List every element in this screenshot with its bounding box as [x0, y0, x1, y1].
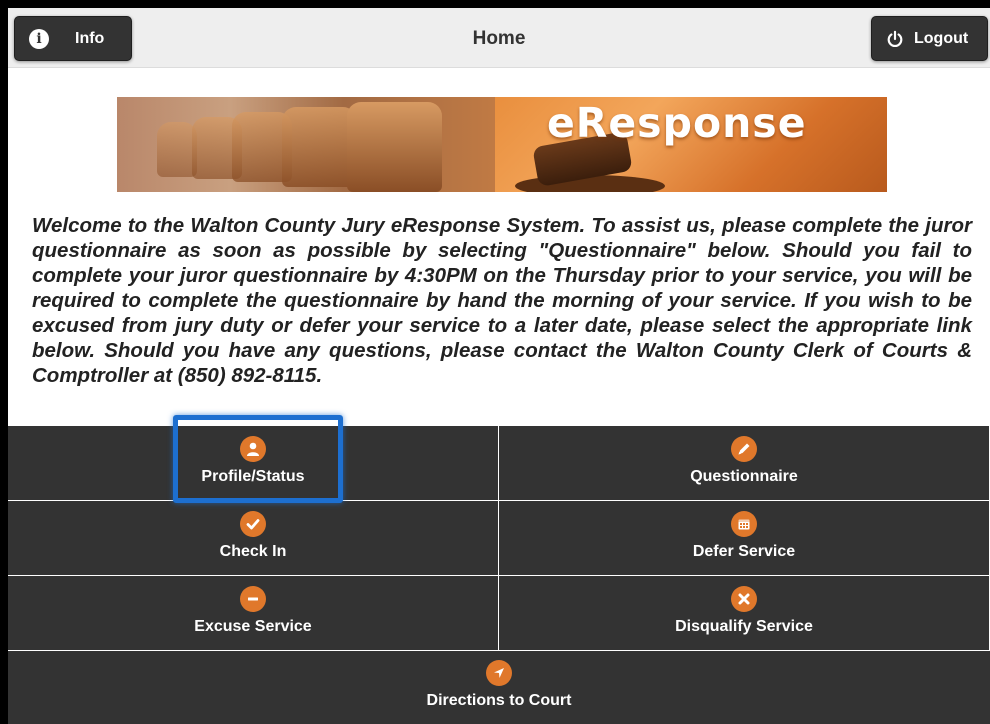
pencil-icon — [731, 436, 757, 462]
minus-icon — [240, 586, 266, 612]
welcome-message: Welcome to the Walton County Jury eRespo… — [32, 214, 972, 387]
menu-label: Directions to Court — [426, 692, 572, 709]
navigation-arrow-icon — [486, 660, 512, 686]
logout-button-label: Logout — [914, 29, 969, 47]
menu-label: Defer Service — [692, 543, 796, 560]
menu-label: Profile/Status — [201, 468, 305, 485]
menu-label: Disqualify Service — [675, 618, 813, 635]
menu-label: Excuse Service — [194, 618, 312, 635]
menu-profile-status[interactable]: Profile/Status — [8, 426, 499, 501]
courtroom-seats-image — [117, 97, 495, 192]
user-icon — [240, 436, 266, 462]
menu-label: Check In — [219, 543, 287, 560]
menu-defer-service[interactable]: Defer Service — [499, 501, 990, 576]
eresponse-logo: eResponse — [547, 99, 807, 147]
x-icon — [731, 586, 757, 612]
menu-directions-to-court[interactable]: Directions to Court — [8, 651, 990, 724]
menu-check-in[interactable]: Check In — [8, 501, 499, 576]
menu-excuse-service[interactable]: Excuse Service — [8, 576, 499, 651]
menu-questionnaire[interactable]: Questionnaire — [499, 426, 990, 501]
app-frame: i Info Home Logout eResponse Welcome to … — [8, 8, 990, 724]
eresponse-banner: eResponse — [117, 97, 887, 192]
power-icon — [887, 30, 903, 47]
checkmark-icon — [240, 511, 266, 537]
calendar-icon — [731, 511, 757, 537]
logout-button[interactable]: Logout — [871, 16, 988, 61]
header-bar: i Info Home Logout — [8, 8, 990, 68]
menu-label: Questionnaire — [690, 468, 798, 485]
action-menu: Profile/Status Questionnaire Check In De… — [8, 426, 990, 724]
menu-disqualify-service[interactable]: Disqualify Service — [499, 576, 990, 651]
page-title: Home — [472, 28, 526, 49]
